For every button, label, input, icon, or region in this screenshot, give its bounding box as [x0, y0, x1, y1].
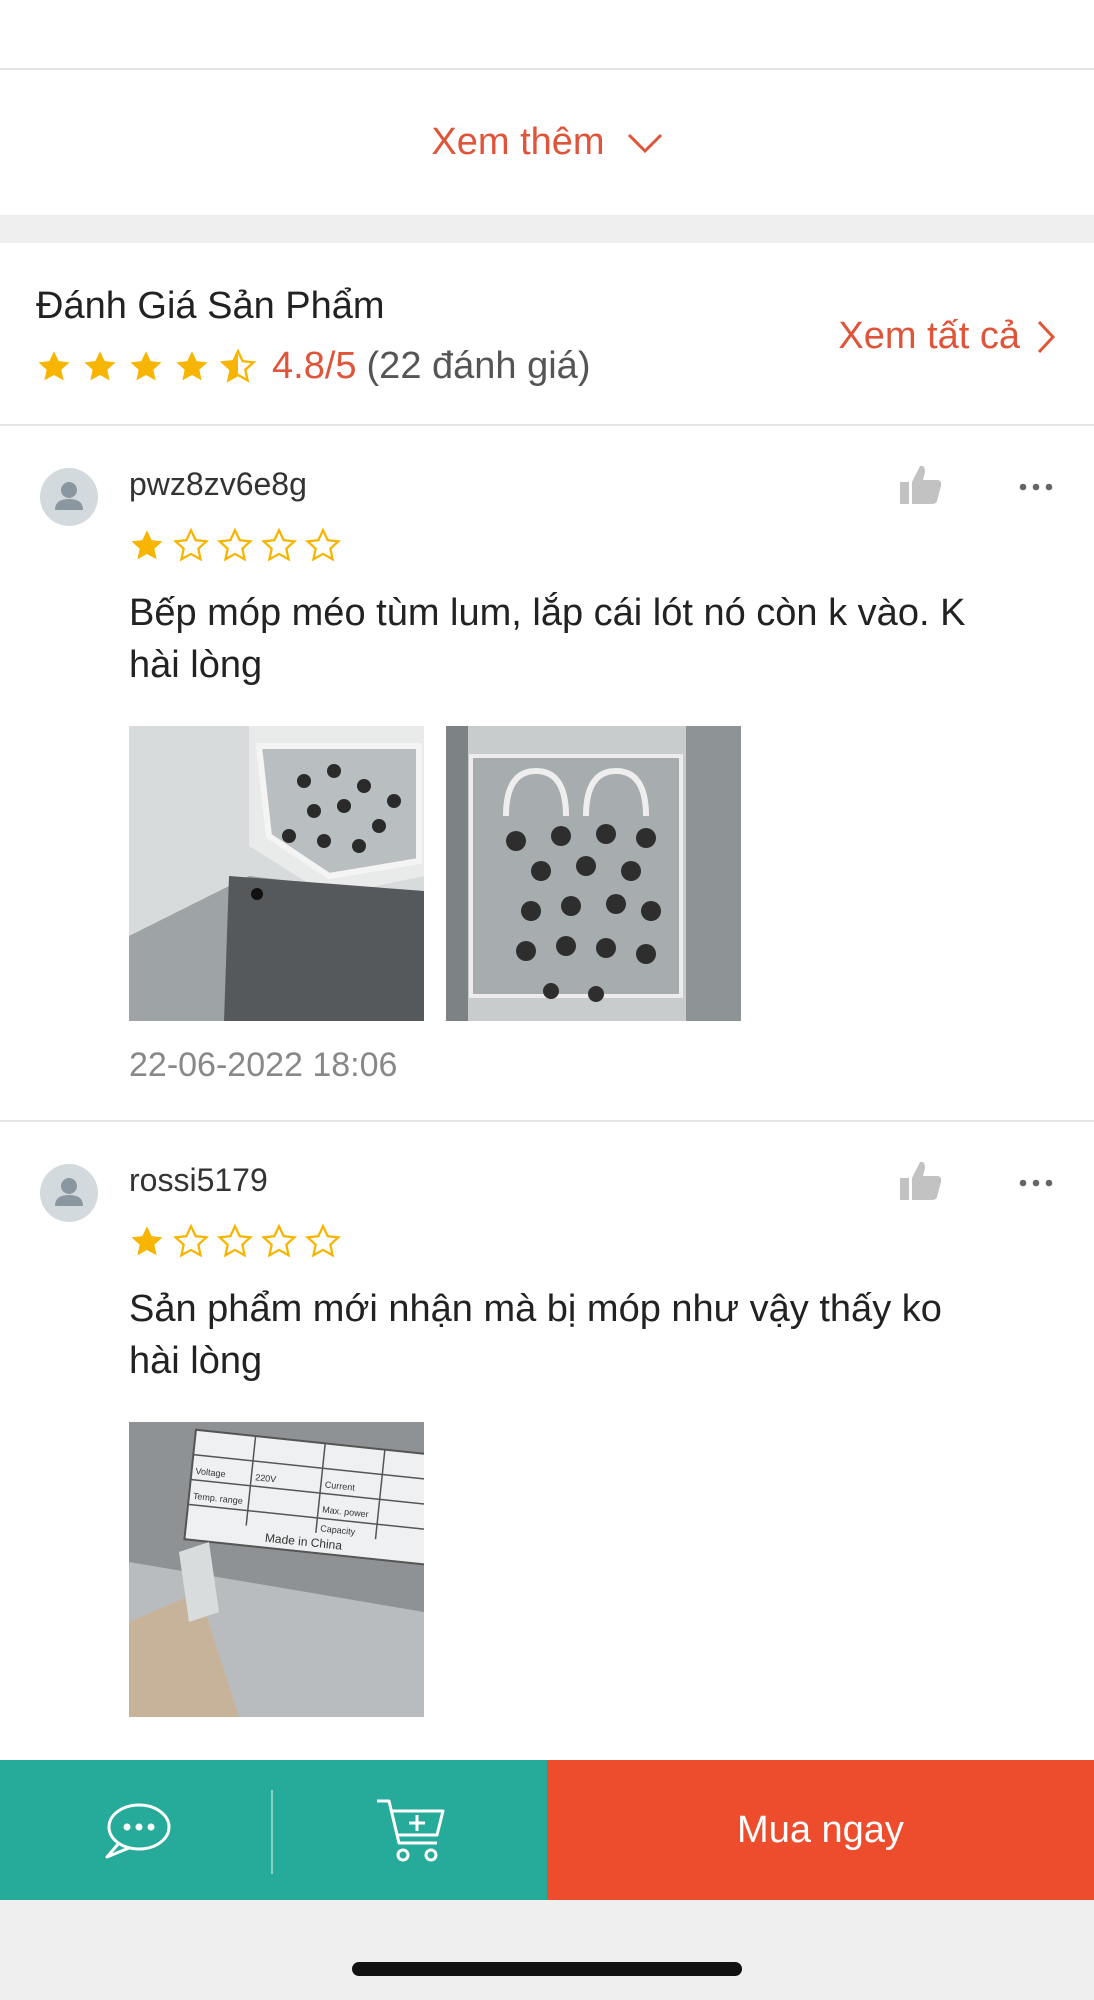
- star-full-icon: [38, 350, 70, 380]
- review-stars: [129, 528, 341, 564]
- star-empty-icon: [261, 1224, 297, 1258]
- review-text-line: Sản phẩm mới nhận mà bị móp như vậy thấy…: [129, 1288, 942, 1330]
- fryer-photo: [129, 726, 424, 1021]
- star-full-icon: [84, 350, 116, 380]
- rating-average: 4.8/5: [272, 345, 357, 387]
- add-to-cart-button[interactable]: [274, 1760, 547, 1900]
- star-full-icon: [130, 350, 162, 380]
- star-empty-icon: [217, 528, 253, 562]
- star-empty-icon: [305, 1224, 341, 1258]
- star-empty-icon: [173, 528, 209, 562]
- see-more-button[interactable]: Xem thêm: [0, 70, 1094, 215]
- review-stars: [129, 1224, 341, 1260]
- ratings-divider: [0, 424, 1094, 426]
- user-icon: [55, 482, 83, 510]
- star-full-icon: [131, 1226, 163, 1256]
- star-empty-icon: [305, 528, 341, 562]
- see-all-label: Xem tất cả: [838, 315, 1020, 357]
- review-text-line: Bếp móp méo tùm lum, lắp cái lót nó còn …: [129, 592, 966, 634]
- secondary-actions: [0, 1760, 547, 1900]
- see-more-label: Xem thêm: [431, 121, 605, 163]
- review-photo[interactable]: Voltage 220V Current Temp. range Max. po…: [129, 1422, 424, 1717]
- home-indicator[interactable]: [352, 1962, 742, 1976]
- like-icon[interactable]: [898, 462, 944, 508]
- star-empty-icon: [173, 1224, 209, 1258]
- review-username: pwz8zv6e8g: [129, 466, 307, 502]
- ratings-summary: 4.8/5 (22 đánh giá): [36, 345, 590, 388]
- star-empty-icon: [261, 528, 297, 562]
- chevron-down-icon: [627, 133, 662, 153]
- bottom-action-bar: Mua ngay: [0, 1760, 1094, 1900]
- star-half-icon: [220, 348, 256, 383]
- avatar[interactable]: [40, 468, 98, 526]
- chevron-right-icon: [1037, 320, 1056, 353]
- more-options-icon[interactable]: [1018, 1176, 1054, 1190]
- review-username: rossi5179: [129, 1162, 268, 1198]
- partial-review-text: [129, 1746, 1059, 1760]
- star-full-icon: [131, 530, 163, 560]
- more-options-icon[interactable]: [1018, 480, 1054, 494]
- star-empty-icon: [217, 1224, 253, 1258]
- buy-now-button[interactable]: Mua ngay: [547, 1760, 1094, 1900]
- review-text-line: hài lòng: [129, 644, 263, 686]
- action-separator: [271, 1790, 273, 1874]
- review-divider: [0, 1120, 1094, 1122]
- review-date: 22-06-2022 18:06: [129, 1046, 398, 1084]
- add-to-cart-icon: [376, 1799, 444, 1862]
- review-text: Sản phẩm mới nhận mà bị móp như vậy thấy…: [129, 1283, 1059, 1387]
- review-photo[interactable]: [129, 726, 424, 1021]
- section-separator: [0, 215, 1094, 243]
- review-text: Bếp móp méo tùm lum, lắp cái lót nó còn …: [129, 587, 1059, 691]
- product-label-photo: Voltage 220V Current Temp. range Max. po…: [129, 1422, 424, 1717]
- review-text-line: hài lòng: [129, 1340, 263, 1382]
- review-photo[interactable]: [446, 726, 741, 1021]
- avatar[interactable]: [40, 1164, 98, 1222]
- home-indicator-area: [0, 1900, 1094, 2000]
- user-icon: [55, 1178, 83, 1206]
- rating-count: (22 đánh giá): [366, 345, 591, 387]
- chat-icon: [105, 1803, 171, 1859]
- chat-button[interactable]: [0, 1760, 272, 1900]
- like-icon[interactable]: [898, 1158, 944, 1204]
- star-full-icon: [176, 350, 208, 380]
- see-all-reviews-button[interactable]: Xem tất cả: [838, 315, 1056, 358]
- ratings-title: Đánh Giá Sản Phẩm: [36, 285, 385, 327]
- fryer-basket-photo: [446, 726, 741, 1021]
